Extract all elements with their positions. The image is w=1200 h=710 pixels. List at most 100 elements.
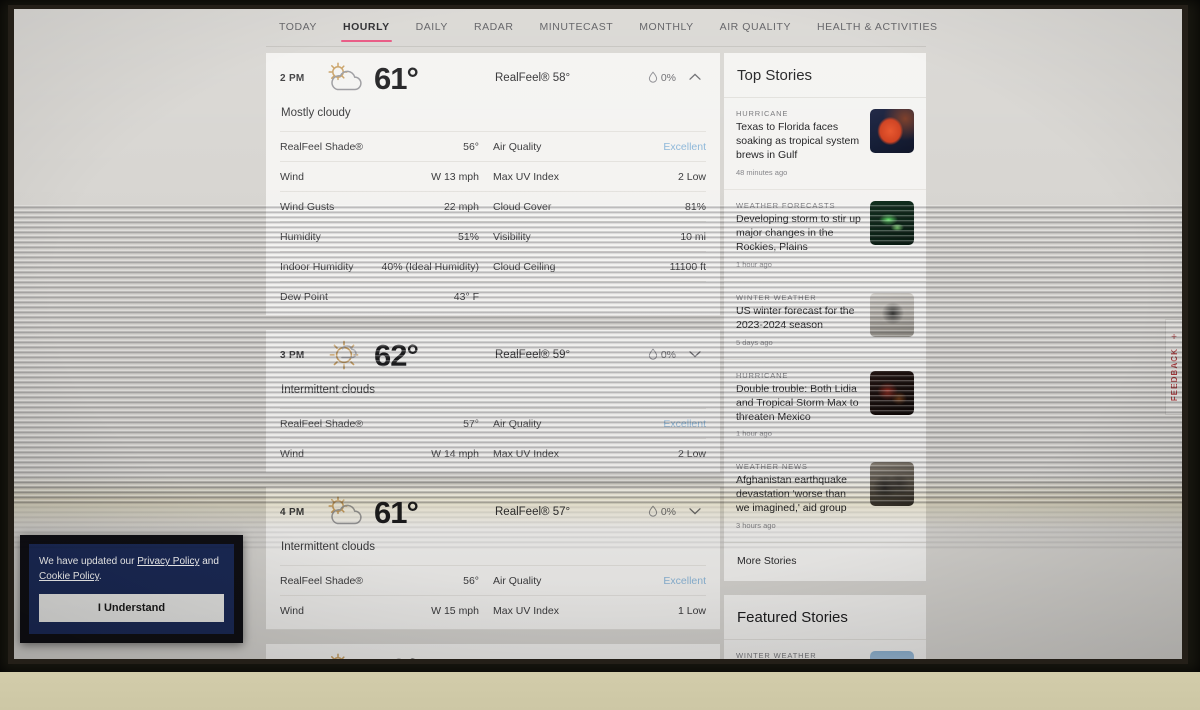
detail-label: Air Quality	[493, 574, 542, 587]
detail-cell: Wind W 14 mph	[280, 448, 493, 460]
detail-label: Wind Gusts	[280, 200, 335, 213]
air-quality-value[interactable]: Excellent	[663, 575, 706, 587]
forecast-tab-bar[interactable]: TODAY HOURLY DAILY RADAR MINUTECAST MONTHLY AI…	[266, 9, 937, 45]
detail-label: Max UV Index	[493, 170, 559, 183]
detail-label: Max UV Index	[493, 604, 559, 617]
detail-label: Visibility	[493, 230, 531, 243]
story-timestamp: 3 hours ago	[736, 521, 776, 531]
top-stories-panel: Top Stories HURRICANE Texas to Florida fa…	[724, 53, 926, 582]
droplet-icon	[648, 504, 658, 520]
nav-tab-air-quality[interactable]: AIR QUALITY	[707, 9, 804, 45]
detail-row: Wind W 13 mph Max UV Index 2 Low	[280, 161, 706, 191]
more-stories-link[interactable]: More Stories	[724, 543, 926, 581]
detail-row: Dew Point 43° F	[280, 281, 706, 311]
hourly-card-header[interactable]: 4 PM 61° RealFeel® 57° 0%	[280, 487, 706, 537]
detail-row: RealFeel Shade® 56° Air Quality Excellent	[280, 131, 706, 161]
detail-row: Wind Gusts 22 mph Cloud Cover 81%	[280, 191, 706, 221]
story-thumbnail	[870, 370, 914, 415]
detail-cell: Humidity 51%	[280, 231, 493, 243]
story-thumbnail	[870, 462, 914, 507]
featured-stories-list: WINTER WEATHERSnow, ice and winds hamper…	[724, 640, 926, 659]
story-headline: Double trouble: Both Lidia and Tropical …	[736, 382, 859, 423]
hourly-card[interactable]: 5 PM59°RealFeel® 54°0%	[266, 644, 720, 659]
story-item[interactable]: HURRICANE Texas to Florida faces soaking …	[724, 98, 926, 190]
weather-page: TODAY HOURLY DAILY RADAR MINUTECAST MONTHLY AI…	[14, 9, 1182, 659]
story-text: WINTER WEATHER US winter forecast for the…	[736, 293, 862, 347]
sun-behind-cloud-icon	[320, 649, 372, 659]
story-item[interactable]: WINTER WEATHERSnow, ice and winds hamper…	[724, 640, 926, 659]
hourly-card[interactable]: 4 PM 61° RealFeel® 57° 0% Intermittent cloud…	[266, 487, 720, 630]
detail-value: 10 mi	[680, 230, 706, 243]
feedback-tab[interactable]: + FEEDBACK	[1165, 319, 1182, 415]
detail-value: W 13 mph	[431, 170, 479, 183]
detail-row: Wind W 15 mph Max UV Index 1 Low	[280, 595, 706, 625]
feedback-label: FEEDBACK	[1169, 347, 1179, 402]
chevron-up-icon[interactable]	[688, 71, 702, 85]
story-item[interactable]: WEATHER FORECASTS Developing storm to sti…	[724, 190, 926, 282]
story-thumbnail	[870, 292, 914, 337]
detail-value: 56°	[463, 140, 479, 153]
detail-cell: Wind W 15 mph	[280, 605, 493, 617]
story-headline: Texas to Florida faces soaking as tropic…	[736, 121, 860, 161]
detail-value: 11100 ft	[669, 260, 706, 273]
nav-tab-minutecast[interactable]: MINUTECAST	[526, 9, 626, 45]
hourly-card[interactable]: 2 PM 61° RealFeel® 58° 0% Mostly cloudy RealF…	[266, 53, 720, 316]
precipitation-value: 0%	[660, 349, 676, 361]
precipitation-probability: 0%	[648, 70, 676, 86]
cookie-policy-link[interactable]: Cookie Policy	[39, 571, 99, 582]
detail-cell: Air Quality Excellent	[493, 418, 706, 430]
detail-value: 1 Low	[677, 604, 706, 617]
hourly-card-header[interactable]: 3 PM 62° RealFeel® 59° 0%	[280, 330, 706, 380]
weather-summary: Intermittent clouds	[281, 384, 375, 396]
nav-tab-radar[interactable]: RADAR	[461, 9, 527, 45]
cookie-text-after: .	[98, 571, 102, 582]
detail-cell: Visibility 10 mi	[493, 231, 706, 243]
air-quality-value[interactable]: Excellent	[663, 141, 706, 153]
air-quality-value[interactable]: Excellent	[663, 418, 706, 430]
cookie-consent-banner: We have updated our Privacy Policy and C…	[20, 535, 243, 643]
detail-value: 40% (Ideal Humidity)	[381, 260, 479, 273]
detail-value: 2 Low	[677, 447, 706, 460]
nav-tab-hourly[interactable]: HOURLY	[330, 9, 403, 45]
detail-value: 56°	[463, 574, 479, 587]
detail-cell: Wind W 13 mph	[280, 171, 493, 183]
cookie-text-before: We have updated our	[39, 556, 138, 567]
detail-cell: Wind Gusts 22 mph	[280, 201, 493, 213]
monitor-screen: TODAY HOURLY DAILY RADAR MINUTECAST MONTHLY AI…	[14, 9, 1182, 659]
hourly-card-header[interactable]: 5 PM59°RealFeel® 54°0%	[280, 644, 706, 659]
story-item[interactable]: WINTER WEATHER US winter forecast for the…	[724, 282, 926, 360]
cookie-banner-text: We have updated our Privacy Policy and C…	[39, 554, 224, 584]
detail-cell: Air Quality Excellent	[493, 141, 706, 153]
nav-tab-daily[interactable]: DAILY	[403, 9, 461, 45]
hourly-card[interactable]: 3 PM 62° RealFeel® 59° 0% Intermittent cloud…	[266, 330, 720, 473]
temperature: 61°	[374, 494, 419, 530]
detail-cell: RealFeel Shade® 56°	[280, 575, 493, 587]
top-stories-title: Top Stories	[724, 53, 926, 98]
story-item[interactable]: HURRICANE Double trouble: Both Lidia and …	[724, 360, 926, 452]
precipitation-probability: 0%	[648, 504, 676, 520]
realfeel-temperature: RealFeel® 57°	[495, 506, 571, 518]
precipitation-value: 0%	[660, 72, 676, 84]
detail-cell: Max UV Index 1 Low	[493, 605, 706, 617]
nav-tab-health-activities[interactable]: HEALTH & ACTIVITIES	[804, 9, 951, 45]
chevron-down-icon[interactable]	[688, 348, 702, 362]
detail-label: Cloud Ceiling	[493, 260, 556, 273]
privacy-policy-link[interactable]: Privacy Policy	[137, 556, 199, 567]
nav-tab-monthly[interactable]: MONTHLY	[626, 9, 706, 45]
featured-stories-title: Featured Stories	[724, 595, 926, 641]
droplet-icon	[648, 70, 658, 86]
detail-cell: Dew Point 43° F	[280, 291, 493, 303]
detail-label: Air Quality	[493, 417, 542, 430]
detail-cell: Indoor Humidity 40% (Ideal Humidity)	[280, 261, 493, 273]
cookie-text-middle: and	[199, 556, 219, 567]
story-item[interactable]: WEATHER NEWS Afghanistan earthquake devas…	[724, 451, 926, 544]
detail-value: 57°	[463, 417, 479, 430]
chevron-down-icon[interactable]	[688, 505, 702, 519]
detail-value: 43° F	[453, 290, 479, 303]
story-text: HURRICANE Double trouble: Both Lidia and …	[736, 371, 862, 439]
story-category: HURRICANE	[736, 370, 789, 380]
detail-value: W 14 mph	[431, 447, 479, 460]
i-understand-button[interactable]: I Understand	[39, 594, 224, 622]
nav-tab-today[interactable]: TODAY	[266, 9, 330, 45]
hourly-card-header[interactable]: 2 PM 61° RealFeel® 58° 0%	[280, 53, 706, 103]
